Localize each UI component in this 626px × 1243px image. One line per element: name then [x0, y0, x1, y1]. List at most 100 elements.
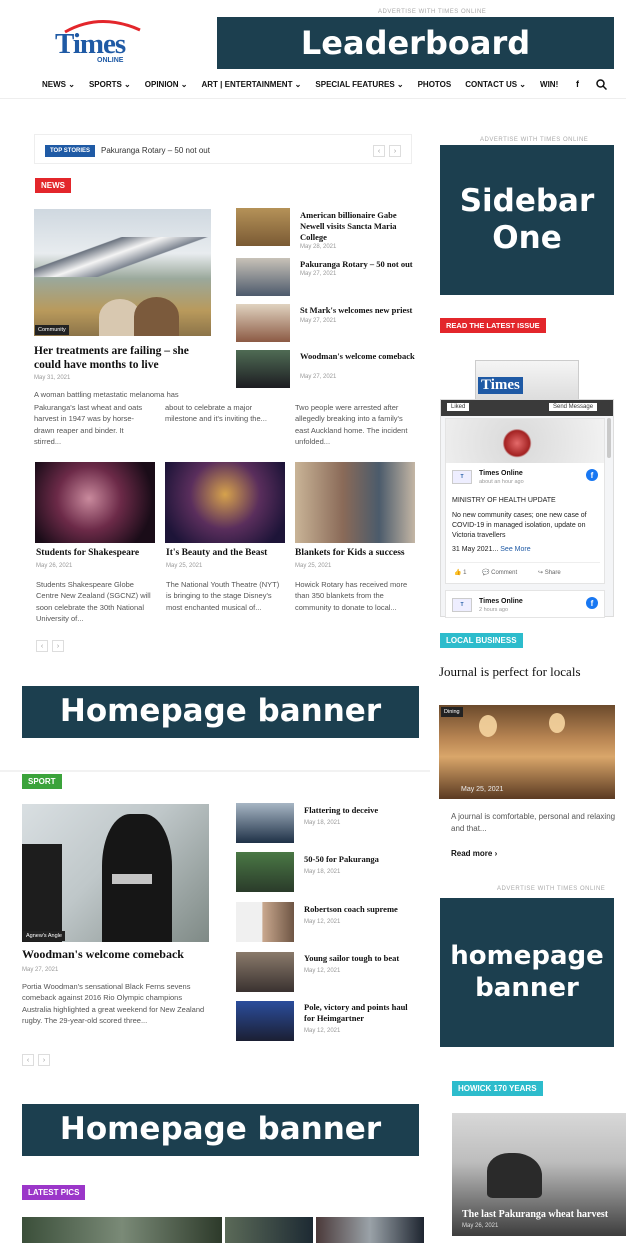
fb-comment-button[interactable]: 💬 Comment	[482, 569, 517, 576]
fb-post-image[interactable]	[446, 419, 604, 463]
sport-side-title-4[interactable]: Young sailor tough to beat	[304, 953, 399, 964]
homepage-banner-1[interactable]: Homepage banner	[22, 686, 419, 738]
main-story-date: May 31, 2021	[34, 375, 71, 381]
main-story-image[interactable]: Community	[34, 209, 211, 336]
local-business-tag[interactable]: LOCAL BUSINESS	[440, 633, 523, 648]
fb-like-count[interactable]: 👍 1	[454, 569, 466, 576]
section-divider	[0, 770, 430, 772]
latest-pic-1[interactable]	[22, 1217, 222, 1243]
card-title-1[interactable]: Students for Shakespeare	[36, 548, 139, 558]
site-logo[interactable]: Times ONLINE	[55, 18, 145, 68]
fb-avatar-2[interactable]: T	[452, 598, 472, 612]
card-title-3[interactable]: Blankets for Kids a success	[295, 548, 405, 558]
sport-side-title-5[interactable]: Pole, victory and points haul for Heimga…	[304, 1002, 420, 1024]
fb-like-count-text: 1	[463, 570, 467, 576]
fb-share-button[interactable]: ↪ Share	[538, 569, 561, 576]
sport-main-title[interactable]: Woodman's welcome comeback	[22, 947, 184, 962]
sport-prev-button[interactable]: ‹	[22, 1054, 34, 1066]
fb-avatar[interactable]: T	[452, 470, 472, 484]
nav-sports[interactable]: SPORTS ⌄	[89, 80, 131, 89]
local-business-excerpt: A journal is comfortable, personal and r…	[451, 812, 616, 833]
news-side-title-3[interactable]: St Mark's welcomes new priest	[300, 305, 416, 316]
homepage-banner-2[interactable]: Homepage banner	[22, 1104, 419, 1156]
fb-liked-button[interactable]: Liked	[447, 403, 470, 411]
card-date-1: May 26, 2021	[36, 563, 73, 569]
sport-side-title-3[interactable]: Robertson coach supreme	[304, 904, 398, 915]
sport-main-date: May 27, 2021	[22, 967, 59, 973]
fb-page-name[interactable]: Times Online	[479, 470, 523, 477]
nav-opinion[interactable]: OPINION ⌄	[145, 80, 188, 89]
ticker-text[interactable]: Pakuranga Rotary – 50 not out	[101, 146, 210, 155]
nav-special-features[interactable]: SPECIAL FEATURES ⌄	[315, 80, 403, 89]
local-business-image[interactable]: Dining May 25, 2021	[439, 705, 615, 799]
fb-logo-icon[interactable]: f	[586, 469, 598, 481]
card-image-1[interactable]	[35, 462, 155, 543]
latest-pic-3[interactable]	[316, 1217, 424, 1243]
facebook-icon[interactable]: f	[576, 79, 579, 89]
news-side-date-4: May 27, 2021	[300, 374, 337, 380]
news-side-title-4[interactable]: Woodman's welcome comeback	[300, 351, 416, 362]
news-side-title-2[interactable]: Pakuranga Rotary – 50 not out	[300, 259, 416, 270]
fb-see-more-link[interactable]: See More	[500, 546, 530, 553]
nav-win[interactable]: WIN!	[540, 80, 558, 89]
news-side-thumb-1[interactable]	[236, 208, 290, 246]
sport-side-title-1[interactable]: Flattering to deceive	[304, 805, 378, 816]
sidebar-one-banner[interactable]: Sidebar One	[440, 145, 614, 295]
ticker-next-button[interactable]: ›	[389, 145, 401, 157]
main-story-badge: Community	[35, 325, 69, 335]
card-title-2[interactable]: It's Beauty and the Beast	[166, 548, 267, 558]
sport-tag[interactable]: SPORT	[22, 774, 62, 789]
fb-send-button[interactable]: Send Message	[549, 403, 598, 411]
news-prev-button[interactable]: ‹	[36, 640, 48, 652]
fb-logo-icon-2[interactable]: f	[586, 597, 598, 609]
ticker-prev-button[interactable]: ‹	[373, 145, 385, 157]
howick-tag[interactable]: HOWICK 170 YEARS	[452, 1081, 543, 1096]
sport-next-button[interactable]: ›	[38, 1054, 50, 1066]
sport-side-title-2[interactable]: 50-50 for Pakuranga	[304, 854, 379, 865]
news-side-title-1[interactable]: American billionaire Gabe Newell visits …	[300, 210, 416, 243]
sport-side-thumb-2[interactable]	[236, 852, 294, 892]
howick-image[interactable]: The last Pakuranga wheat harvest May 26,…	[452, 1113, 626, 1236]
main-story-title[interactable]: Her treatments are failing – she could h…	[34, 344, 214, 373]
sport-side-thumb-1[interactable]	[236, 803, 294, 843]
header-divider	[0, 98, 626, 99]
sport-side-thumb-4[interactable]	[236, 952, 294, 992]
search-icon[interactable]	[596, 79, 607, 90]
howick-title[interactable]: The last Pakuranga wheat harvest	[462, 1209, 608, 1220]
cover-logo: Times	[478, 377, 523, 394]
card-excerpt-3: Howick Rotary has received more than 350…	[295, 580, 408, 612]
latest-issue-cover[interactable]: Times	[475, 360, 579, 402]
card-excerpt-2: The National Youth Theatre (NYT) is brin…	[166, 580, 280, 612]
news-side-thumb-4[interactable]	[236, 350, 290, 388]
read-more-link[interactable]: Read more ›	[451, 849, 497, 858]
news-next-button[interactable]: ›	[52, 640, 64, 652]
sidebar-ad-note: ADVERTISE WITH TIMES ONLINE	[480, 137, 589, 143]
fb-page-name-2[interactable]: Times Online	[479, 598, 523, 605]
fb-share-label: Share	[544, 570, 561, 576]
nav-contact-us[interactable]: CONTACT US ⌄	[465, 80, 526, 89]
card-image-2[interactable]	[165, 462, 285, 543]
nav-news[interactable]: NEWS ⌄	[42, 80, 75, 89]
news-tag[interactable]: NEWS	[35, 178, 71, 193]
fb-post-card-2: T Times Online 2 hours ago f	[445, 590, 605, 618]
latest-pics-tag[interactable]: LATEST PICS	[22, 1185, 86, 1200]
latest-pic-2[interactable]	[225, 1217, 313, 1243]
fb-post-card: T Times Online about an hour ago f MINIS…	[445, 418, 605, 584]
sport-side-thumb-3[interactable]	[236, 902, 294, 942]
news-side-thumb-2[interactable]	[236, 258, 290, 296]
fb-scrollbar[interactable]	[607, 418, 611, 458]
local-business-title[interactable]: Journal is perfect for locals	[439, 664, 609, 680]
sport-main-image[interactable]: Agnew's Angle	[22, 804, 209, 942]
nav-art-entertainment[interactable]: ART | ENTERTAINMENT ⌄	[201, 80, 301, 89]
leaderboard-banner[interactable]: Leaderboard	[217, 17, 614, 69]
card-image-3[interactable]	[295, 462, 415, 543]
fb-post-heading: MINISTRY OF HEALTH UPDATE	[452, 497, 556, 504]
latest-issue-tag[interactable]: READ THE LATEST ISSUE	[440, 318, 546, 333]
sport-side-thumb-5[interactable]	[236, 1001, 294, 1041]
read-more-label: Read more	[451, 849, 493, 858]
news-side-thumb-3[interactable]	[236, 304, 290, 342]
news-side-date-2: May 27, 2021	[300, 271, 337, 277]
card-excerpt-1: Students Shakespeare Globe Centre New Ze…	[36, 580, 151, 623]
nav-photos[interactable]: PHOTOS	[418, 80, 452, 89]
sidebar-homepage-banner[interactable]: homepage banner	[440, 898, 614, 1047]
